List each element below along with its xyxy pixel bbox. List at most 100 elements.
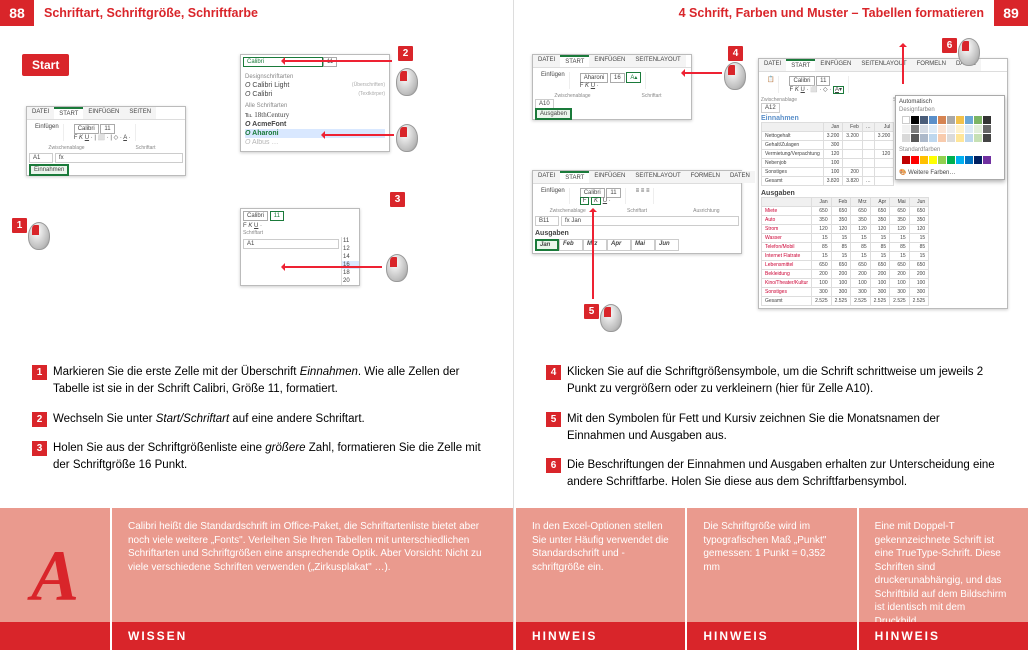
ribbon-tab: DATEN [725, 171, 755, 183]
page-number-right: 89 [994, 0, 1028, 26]
arrow-6 [902, 44, 904, 84]
font-item: O Albus … [245, 138, 385, 147]
figure-area-left: DATEI START EINFÜGEN SEITEN Einfügen Cal… [22, 54, 491, 354]
paste-label: Einfügen [541, 188, 565, 194]
page-title-right: 4 Schrift, Farben und Muster – Tabellen … [514, 6, 994, 20]
size-dropdown-panel: Calibri 11 F K U · Schriftart A1 11 12 1… [240, 208, 360, 286]
hinweis-block-1: In den Excel-Optionen stellen Sie unter … [514, 508, 685, 622]
heading: Ausgaben [533, 228, 741, 237]
font-box: Aharoni [580, 73, 609, 83]
figure-area-right: DATEI START EINFÜGEN SEITENLAYOUT Einfüg… [532, 54, 1010, 354]
arrow-2 [282, 60, 392, 62]
size-item: 14 [342, 253, 359, 261]
size-box: 11 [100, 124, 114, 134]
size-box-active: 11 [270, 211, 284, 221]
cell-selected: Einnahmen [29, 164, 69, 176]
arrow-4 [682, 72, 722, 74]
hinweis-label: HINWEIS [514, 622, 685, 650]
color-grid [899, 113, 1001, 145]
step-item: 2Wechseln Sie unter Start/Schriftart auf… [32, 411, 485, 428]
bottom-right: In den Excel-Optionen stellen Sie unter … [514, 508, 1028, 650]
step-item: 4Klicken Sie auf die Schriftgrößensymbol… [546, 364, 1000, 399]
font-box: Calibri [74, 124, 99, 134]
page-number-left: 88 [0, 0, 34, 26]
ribbon-tab-active: START [560, 171, 589, 183]
book-spread: 88 Schriftart, Schriftgröße, Schriftfarb… [0, 0, 1028, 650]
ribbon-tab: FORMELN [686, 171, 725, 183]
paste-label: Einfügen [541, 72, 565, 78]
bubble-6: 6 [942, 38, 957, 53]
bubble-5: 5 [584, 304, 599, 319]
ribbon-tab-active: START [54, 107, 83, 119]
ribbon-tab: DATEI [533, 171, 560, 183]
ribbon-tab: DATEI [27, 107, 54, 119]
hinweis-label: HINWEIS [857, 622, 1028, 650]
size-item: 18 [342, 269, 359, 277]
hinweis-block-3: Eine mit Doppel-T gekennzeichnete Schrif… [857, 508, 1028, 622]
excel-panel-1: DATEI START EINFÜGEN SEITEN Einfügen Cal… [26, 106, 186, 176]
cell-selected: Ausgaben [535, 108, 572, 120]
bubble-3: 3 [390, 192, 405, 207]
step-item: 1Markieren Sie die erste Zelle mit der Ü… [32, 364, 485, 399]
step-item: 6Die Beschriftungen der Einnahmen und Au… [546, 457, 1000, 492]
label-spacer [0, 622, 110, 650]
size-box: 16 [610, 73, 625, 83]
font-dropdown-panel: Calibri11 Designschriftarten O Calibri L… [240, 54, 390, 152]
font-box: Calibri [789, 76, 814, 86]
clip-label: Zwischenablage [27, 145, 106, 151]
ausgaben-table: JanFebMrzAprMaiJun Miete6506506506506506… [761, 197, 929, 306]
font-section-header: Alle Schriftarten [245, 102, 385, 110]
arrow-2b [322, 134, 394, 136]
bottom-left: A Calibri heißt die Standardschrift im O… [0, 508, 513, 650]
einnahmen-table: JanFeb…Jul Nettogehalt3.2003.2003.200 Ge… [761, 122, 894, 186]
ribbon-tab-active: START [786, 59, 815, 71]
ribbon-tab: EINFÜGEN [589, 55, 630, 67]
wissen-label: WISSEN [110, 622, 513, 650]
font-item: O AcmeFont [245, 120, 385, 129]
cell-ref: A1 [29, 153, 53, 163]
bubble-1: 1 [12, 218, 27, 233]
font-item: O Calibri (Textkörper) [245, 90, 385, 99]
mouse-icon [724, 62, 746, 90]
header-left: 88 Schriftart, Schriftgröße, Schriftfarb… [0, 0, 513, 26]
mouse-icon [386, 254, 408, 282]
mouse-icon [396, 68, 418, 96]
bubble-2: 2 [398, 46, 413, 61]
mouse-icon [600, 304, 622, 332]
font-item: ℡ 18thCentury [245, 110, 385, 120]
ribbon-tab: SEITENLAYOUT [630, 55, 685, 67]
excel-panel-5: DATEI START EINFÜGEN SEITENLAYOUT FORMEL… [532, 170, 742, 254]
ribbon-tab: EINFÜGEN [83, 107, 124, 119]
ribbon-tab: SEITENLAYOUT [630, 171, 685, 183]
ribbon-tab: SEITEN [124, 107, 156, 119]
color-auto: Automatisch [899, 99, 1001, 105]
hinweis-label: HINWEIS [685, 622, 856, 650]
page-right: 4 Schrift, Farben und Muster – Tabellen … [514, 0, 1028, 650]
size-item: 11 [342, 237, 359, 245]
excel-panel-4: DATEI START EINFÜGEN SEITENLAYOUT Einfüg… [532, 54, 692, 120]
ribbon-tab: DATEI [533, 55, 560, 67]
ribbon-tab-active: START [560, 55, 589, 67]
size-item: 20 [342, 277, 359, 285]
ribbon-tab: EINFÜGEN [815, 59, 856, 71]
more-colors: Weitere Farben… [908, 170, 955, 176]
font-section-header: Designschriftarten [245, 73, 385, 81]
cell-ref: A1 [243, 239, 339, 249]
cell-ref: B11 [535, 216, 559, 226]
size-item: 12 [342, 245, 359, 253]
excel-panel-6: DATEI START EINFÜGEN SEITENLAYOUT FORMEL… [758, 58, 1008, 309]
bubble-4: 4 [728, 46, 743, 61]
schrift-label: Schriftart [241, 229, 359, 237]
mouse-icon [958, 38, 980, 66]
size-box: 11 [816, 76, 830, 86]
arrow-5 [592, 209, 594, 299]
ribbon-tab: EINFÜGEN [589, 171, 630, 183]
page-left: 88 Schriftart, Schriftgröße, Schriftfarb… [0, 0, 514, 650]
cell-ref: A12 [761, 103, 780, 113]
hinweis-block-2: Die Schriftgröße wird im typografischen … [685, 508, 856, 622]
mouse-icon [28, 222, 50, 250]
size-box: 11 [606, 188, 620, 198]
steps-right: 4Klicken Sie auf die Schriftgrößensymbol… [546, 364, 1000, 504]
steps-left: 1Markieren Sie die erste Zelle mit der Ü… [32, 364, 485, 486]
mouse-icon [396, 124, 418, 152]
